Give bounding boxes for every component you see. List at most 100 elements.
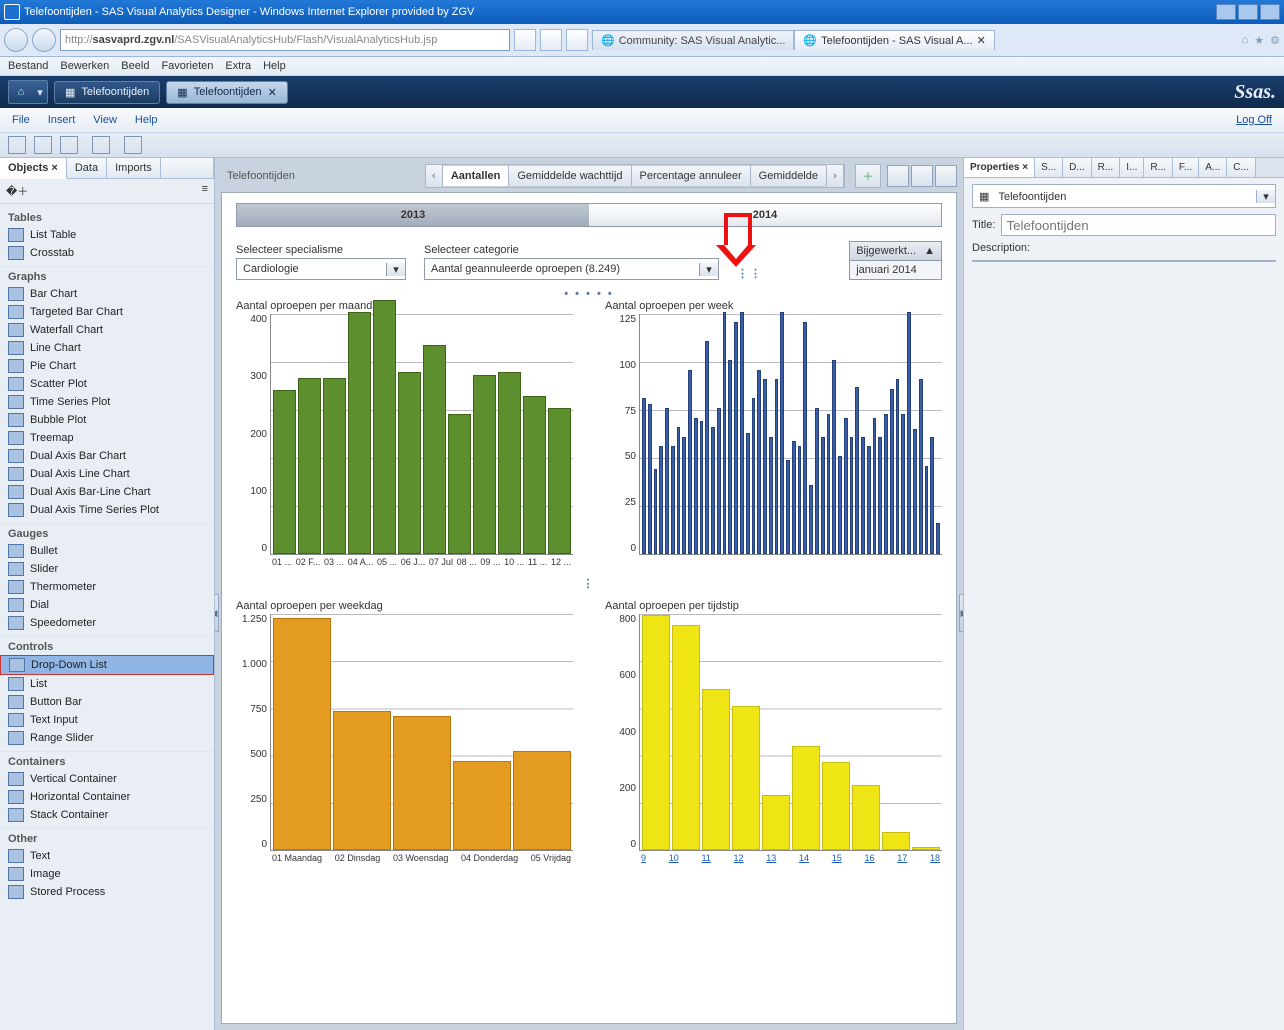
section-tab-0[interactable]: Aantallen — [443, 166, 510, 186]
panel-menu-icon[interactable]: ≡ — [202, 183, 208, 199]
filter-specialisme-dropdown[interactable]: Cardiologie▾ — [236, 258, 406, 280]
favorites-icon[interactable]: ★ — [1254, 34, 1264, 47]
stop-icon[interactable] — [566, 29, 588, 51]
menu-beeld[interactable]: Beeld — [121, 60, 149, 72]
title-input[interactable] — [1001, 214, 1276, 236]
left-tab-imports[interactable]: Imports — [107, 158, 161, 178]
object-stack-container[interactable]: Stack Container — [0, 806, 214, 824]
prop-tab-2[interactable]: D... — [1063, 158, 1092, 177]
grid-icon[interactable] — [935, 165, 957, 187]
menu-file[interactable]: File — [12, 114, 30, 126]
object-drop-down-list[interactable]: Drop-Down List — [0, 655, 214, 675]
save-icon[interactable] — [60, 136, 78, 154]
object-dual-axis-line-chart[interactable]: Dual Axis Line Chart — [0, 465, 214, 483]
compat-icon[interactable] — [514, 29, 536, 51]
close-icon[interactable]: × — [51, 162, 57, 174]
back-button[interactable] — [4, 28, 28, 52]
object-bullet[interactable]: Bullet — [0, 542, 214, 560]
object-text[interactable]: Text — [0, 847, 214, 865]
tabs-next[interactable]: › — [827, 165, 844, 187]
browser-tab-1[interactable]: 🌐 Telefoontijden - SAS Visual A... ✕ — [794, 30, 994, 50]
prop-tab-1[interactable]: S... — [1035, 158, 1063, 177]
object-speedometer[interactable]: Speedometer — [0, 614, 214, 632]
object-stored-process[interactable]: Stored Process — [0, 883, 214, 901]
menu-help[interactable]: Help — [263, 60, 286, 72]
object-button-bar[interactable]: Button Bar — [0, 693, 214, 711]
menu-bestand[interactable]: Bestand — [8, 60, 48, 72]
prop-tab-3[interactable]: R... — [1092, 158, 1121, 177]
chart-plot[interactable]: 1.2501.0007505002500 — [270, 614, 573, 851]
menu-insert[interactable]: Insert — [48, 114, 76, 126]
object-list-table[interactable]: List Table — [0, 226, 214, 244]
object-treemap[interactable]: Treemap — [0, 429, 214, 447]
prop-tab-7[interactable]: A... — [1199, 158, 1227, 177]
drag-handle[interactable]: ⋮⋮ — [737, 267, 763, 280]
layout-icon[interactable] — [911, 165, 933, 187]
app-tab-1[interactable]: ▦ Telefoontijden ✕ — [166, 81, 288, 104]
logoff-link[interactable]: Log Off — [1236, 114, 1272, 126]
object-thermometer[interactable]: Thermometer — [0, 578, 214, 596]
year-buttonbar[interactable]: 2013 2014 — [236, 203, 942, 227]
object-text-input[interactable]: Text Input — [0, 711, 214, 729]
restore-button[interactable] — [1238, 4, 1258, 20]
year-2013[interactable]: 2013 — [237, 204, 589, 226]
drag-handle[interactable]: • • • • • — [236, 288, 942, 300]
object-waterfall-chart[interactable]: Waterfall Chart — [0, 321, 214, 339]
chart-plot[interactable]: 1251007550250 — [639, 314, 942, 555]
filter-categorie-dropdown[interactable]: Aantal geannuleerde oproepen (8.249)▾ — [424, 258, 719, 280]
section-tab-1[interactable]: Gemiddelde wachttijd — [509, 166, 631, 186]
chart-plot[interactable]: 4003002001000 — [270, 314, 573, 555]
forward-button[interactable] — [32, 28, 56, 52]
new-icon[interactable] — [8, 136, 26, 154]
object-dual-axis-bar-line-chart[interactable]: Dual Axis Bar-Line Chart — [0, 483, 214, 501]
object-horizontal-container[interactable]: Horizontal Container — [0, 788, 214, 806]
left-tab-objects[interactable]: Objects × — [0, 158, 67, 179]
sort-icon[interactable]: ▲ — [924, 245, 935, 257]
menu-help[interactable]: Help — [135, 114, 158, 126]
object-crosstab[interactable]: Crosstab — [0, 244, 214, 262]
object-bubble-plot[interactable]: Bubble Plot — [0, 411, 214, 429]
menu-extra[interactable]: Extra — [225, 60, 251, 72]
object-dual-axis-time-series-plot[interactable]: Dual Axis Time Series Plot — [0, 501, 214, 519]
year-2014[interactable]: 2014 — [589, 204, 941, 226]
drag-handle[interactable]: ⋮ — [236, 577, 942, 590]
export-icon[interactable] — [92, 136, 110, 154]
object-dual-axis-bar-chart[interactable]: Dual Axis Bar Chart — [0, 447, 214, 465]
menu-favorieten[interactable]: Favorieten — [161, 60, 213, 72]
object-line-chart[interactable]: Line Chart — [0, 339, 214, 357]
object-pie-chart[interactable]: Pie Chart — [0, 357, 214, 375]
minimize-button[interactable] — [1216, 4, 1236, 20]
fullscreen-icon[interactable] — [887, 165, 909, 187]
close-icon[interactable]: ✕ — [268, 86, 277, 99]
section-tab-2[interactable]: Percentage annuleer — [632, 166, 751, 186]
object-slider[interactable]: Slider — [0, 560, 214, 578]
tabs-prev[interactable]: ‹ — [426, 165, 443, 187]
address-bar[interactable]: http:// sasvaprd.zgv.nl /SASVisualAnalyt… — [60, 29, 510, 51]
preview-icon[interactable] — [124, 136, 142, 154]
description-input[interactable] — [972, 260, 1276, 262]
chart-plot[interactable]: 8006004002000 — [639, 614, 942, 851]
prop-tab-0[interactable]: Properties × — [964, 158, 1035, 177]
app-tab-0[interactable]: ▦ Telefoontijden — [54, 81, 160, 104]
object-range-slider[interactable]: Range Slider — [0, 729, 214, 747]
left-tab-data[interactable]: Data — [67, 158, 107, 178]
object-time-series-plot[interactable]: Time Series Plot — [0, 393, 214, 411]
collapse-right-handle[interactable]: ▶ — [959, 594, 963, 632]
prop-tab-8[interactable]: C... — [1227, 158, 1256, 177]
add-section-button[interactable]: ＋ — [855, 164, 881, 188]
object-image[interactable]: Image — [0, 865, 214, 883]
object-scatter-plot[interactable]: Scatter Plot — [0, 375, 214, 393]
prop-tab-5[interactable]: R... — [1144, 158, 1173, 177]
home-icon[interactable]: ⌂ — [1242, 34, 1249, 47]
prop-tab-6[interactable]: F... — [1173, 158, 1199, 177]
collapse-left-handle[interactable]: ◀ — [215, 594, 219, 632]
context-selector[interactable]: ▦ Telefoontijden▾ — [972, 184, 1276, 208]
object-vertical-container[interactable]: Vertical Container — [0, 770, 214, 788]
open-icon[interactable] — [34, 136, 52, 154]
close-icon[interactable]: × — [1022, 162, 1028, 173]
menu-bewerken[interactable]: Bewerken — [60, 60, 109, 72]
section-tab-3[interactable]: Gemiddelde — [751, 166, 827, 186]
object-targeted-bar-chart[interactable]: Targeted Bar Chart — [0, 303, 214, 321]
close-button[interactable] — [1260, 4, 1280, 20]
app-home-dropdown[interactable]: ▾ — [33, 81, 47, 103]
